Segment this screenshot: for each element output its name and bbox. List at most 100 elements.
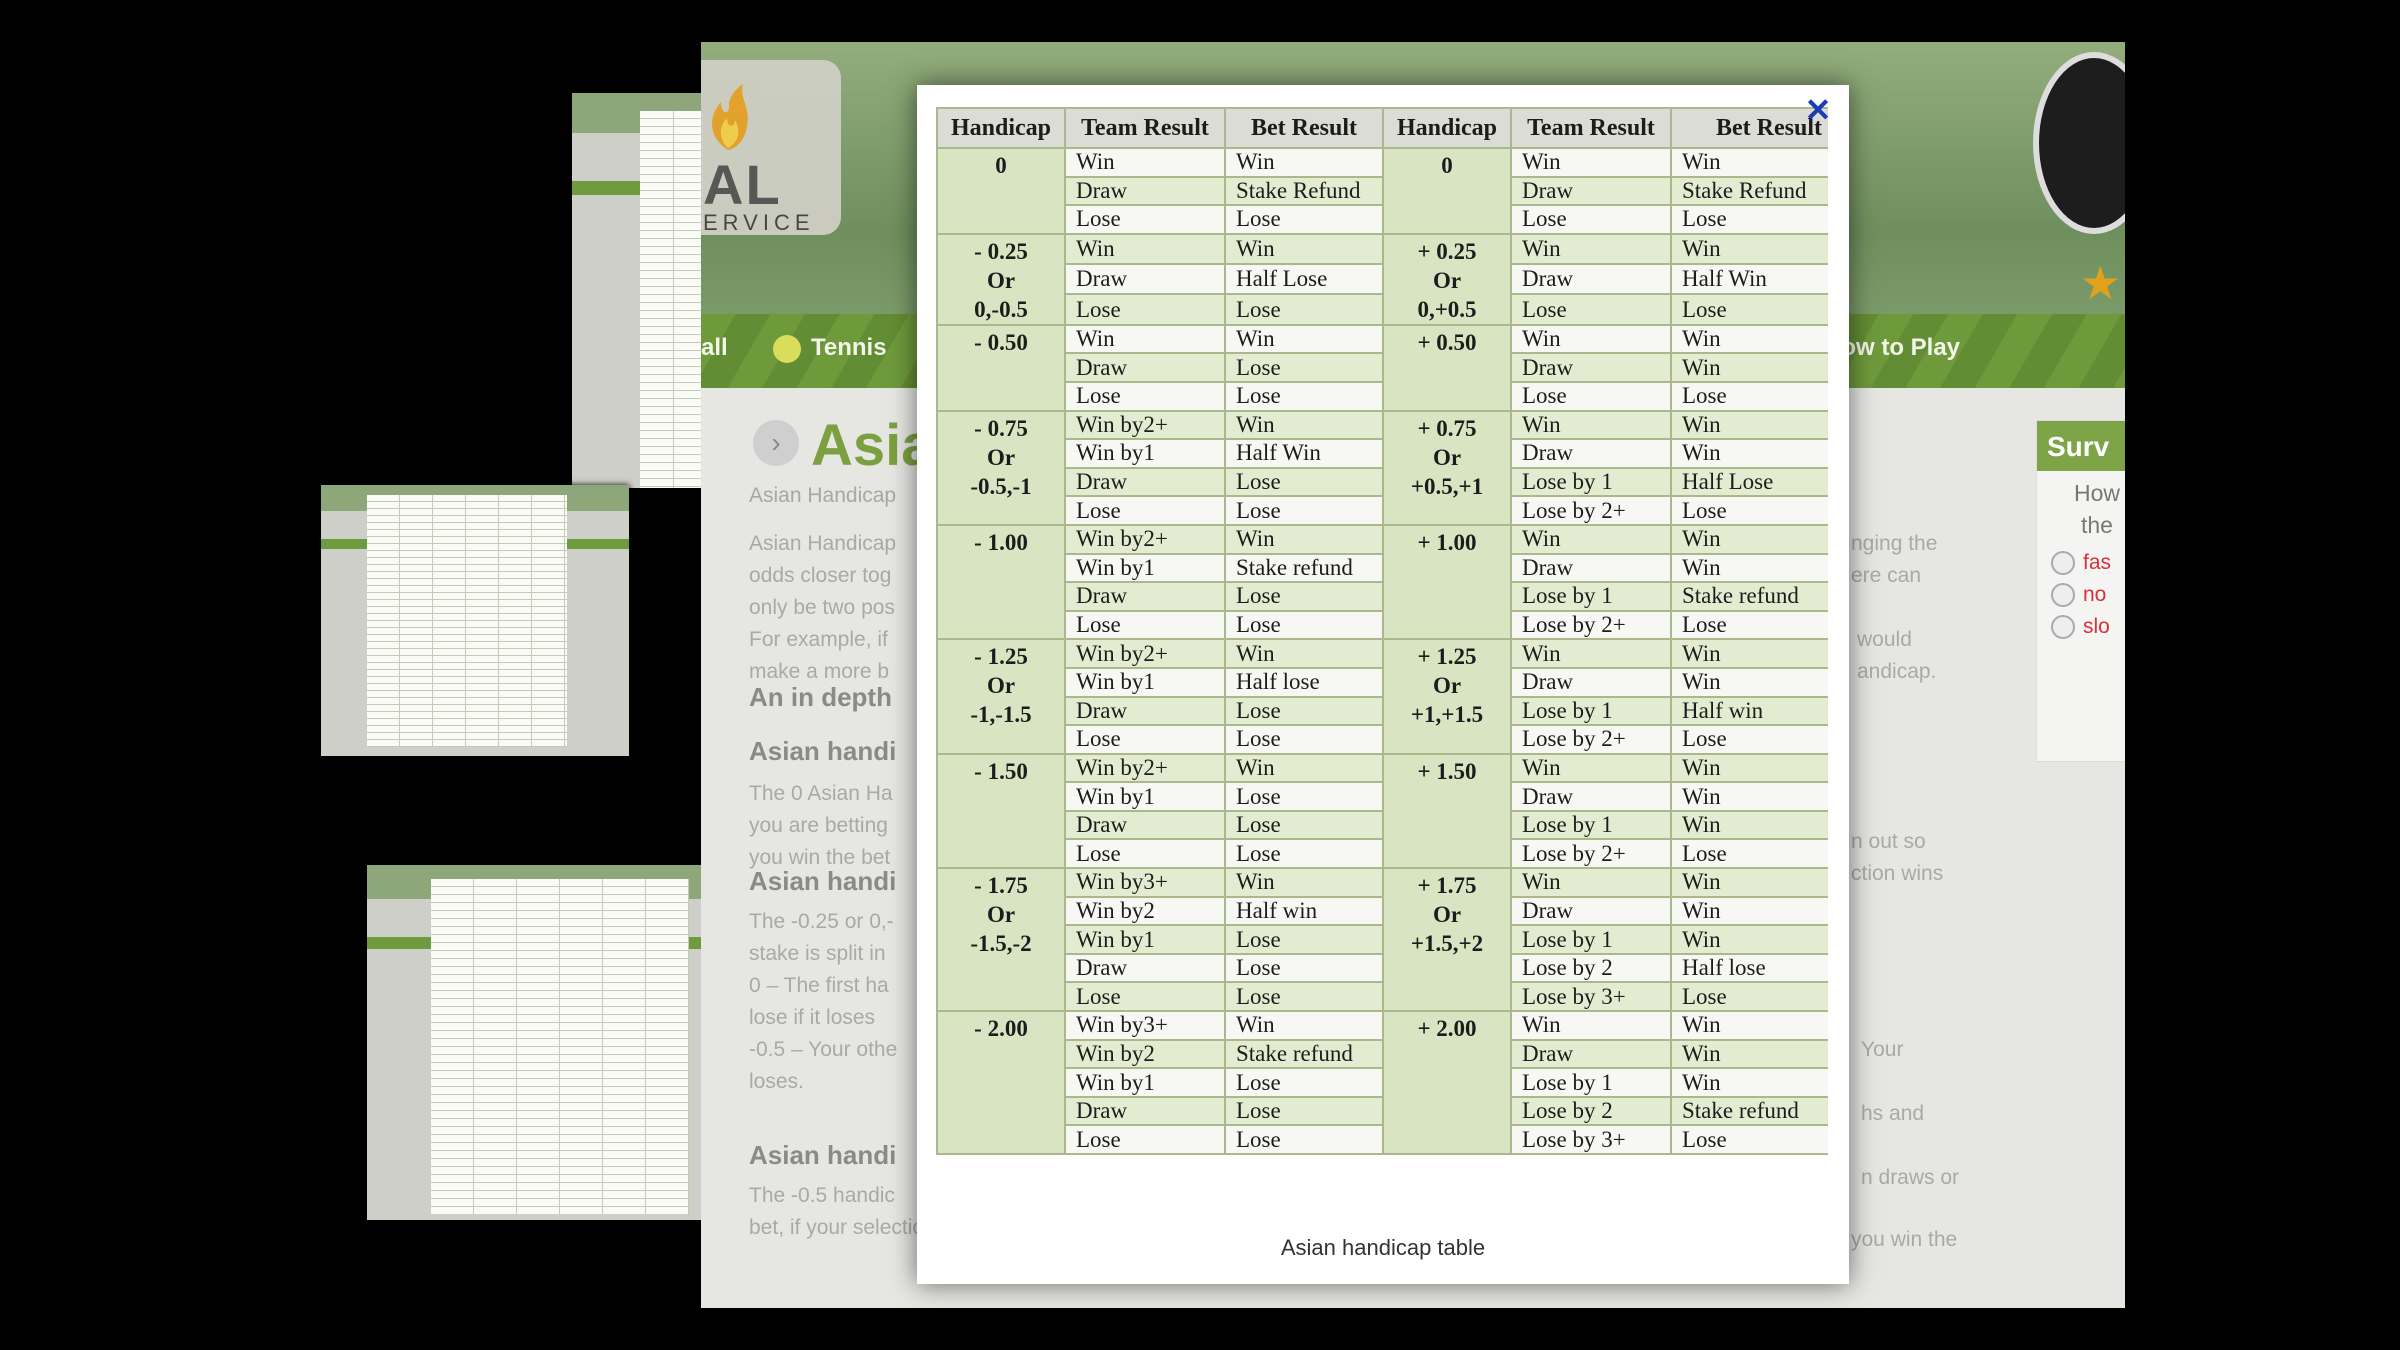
handicap-value: - 0.50 bbox=[974, 329, 1028, 355]
handicap-value: - 0.75 bbox=[974, 415, 1028, 441]
bet-result-cell: Win bbox=[1670, 867, 1828, 898]
team-result-cell: Lose by 1 bbox=[1510, 466, 1672, 498]
gallery-thumbnail-2[interactable] bbox=[321, 485, 629, 756]
bet-result-cell: Win bbox=[1670, 232, 1828, 266]
team-result-cell: Win by2 bbox=[1064, 895, 1226, 927]
team-result-cell: Lose bbox=[1064, 204, 1226, 235]
team-result-cell: Lose by 2 bbox=[1510, 952, 1672, 984]
team-result-cell: Win by1 bbox=[1064, 781, 1226, 812]
left-handicap-cell: - 2.00 bbox=[936, 1010, 1066, 1155]
handicap-value: + 0.75 bbox=[1417, 415, 1477, 441]
left-handicap-cell: - 1.00 bbox=[936, 523, 1066, 641]
handicap-value: 0 bbox=[995, 153, 1007, 178]
survey-option-2[interactable]: no bbox=[2037, 579, 2125, 611]
team-result-cell: Lose bbox=[1510, 380, 1672, 412]
team-result-cell: Lose by 1 bbox=[1510, 1067, 1672, 1098]
star-icon: ★ bbox=[2079, 257, 2121, 309]
team-result-cell: Win by2+ bbox=[1064, 752, 1226, 784]
right-handicap-cell: + 2.00 bbox=[1382, 1010, 1512, 1155]
bet-result-cell: Half Lose bbox=[1224, 263, 1384, 296]
bet-result-cell: Half lose bbox=[1670, 952, 1828, 984]
bet-result-cell: Stake refund bbox=[1224, 552, 1384, 584]
bet-result-cell: Lose bbox=[1670, 609, 1828, 641]
paragraph-4: The -0.25 or 0,- stake is split in 0 – The… bbox=[749, 910, 898, 1093]
bet-result-cell: Lose bbox=[1224, 609, 1384, 641]
team-result-cell: Lose bbox=[1510, 293, 1672, 326]
gallery-thumbnail-1[interactable] bbox=[572, 93, 702, 488]
bet-result-cell: Half lose bbox=[1224, 666, 1384, 698]
bet-result-cell: Win bbox=[1224, 1010, 1384, 1041]
handicap-value: -0.5,-1 bbox=[970, 473, 1032, 499]
bet-result-cell: Win bbox=[1670, 752, 1828, 784]
column-header: Team Result bbox=[1064, 107, 1226, 149]
nav-item-tennis-label: Tennis bbox=[811, 334, 887, 361]
team-result-cell: Lose by 2+ bbox=[1510, 495, 1672, 526]
site-logo[interactable]: AL ERVICE bbox=[701, 60, 841, 235]
table-row: Draw Stake Refund Draw Stake Refund bbox=[937, 175, 1828, 207]
bet-result-cell: Lose bbox=[1670, 838, 1828, 870]
left-handicap-cell: - 1.50 bbox=[936, 752, 1066, 870]
handicap-value: Or bbox=[1432, 444, 1462, 470]
left-handicap-cell: - 0.75 Or -0.5,-1 bbox=[936, 409, 1066, 526]
bet-result-cell: Win bbox=[1224, 867, 1384, 898]
bet-result-cell: Lose bbox=[1670, 1124, 1828, 1155]
survey-option-1[interactable]: fas bbox=[2037, 547, 2125, 579]
right-handicap-cell: 0 bbox=[1382, 147, 1512, 235]
radio-button[interactable] bbox=[2051, 583, 2075, 608]
table-row: Win by1 Half lose Draw Win bbox=[937, 666, 1828, 698]
team-result-cell: Win by2+ bbox=[1064, 409, 1226, 441]
bet-result-cell: Lose bbox=[1670, 981, 1828, 1013]
bet-result-cell: Half win bbox=[1670, 695, 1828, 727]
table-header-row: Handicap Team Result Bet Result Handicap… bbox=[936, 107, 1828, 149]
nav-item-tennis[interactable]: Tennis bbox=[773, 334, 887, 363]
table-row: Win by2 Half win Draw Win bbox=[937, 895, 1828, 927]
bet-result-cell: Lose bbox=[1670, 724, 1828, 755]
table-body: 0 Win Win 0 Win Win Draw Stake Refund Draw Stake … bbox=[936, 147, 1828, 1155]
team-result-cell: Win by1 bbox=[1064, 438, 1226, 469]
radio-button[interactable] bbox=[2051, 615, 2075, 640]
section-heading-3: Asian handi bbox=[749, 866, 897, 896]
table-row: Lose Lose Lose Lose bbox=[937, 380, 1828, 412]
nav-item-football[interactable]: all bbox=[701, 334, 728, 362]
team-result-cell: Lose bbox=[1510, 204, 1672, 235]
left-handicap-cell: - 0.25 Or 0,-0.5 bbox=[936, 232, 1066, 326]
table-row: - 0.75 Or -0.5,-1 Win by2+ Win + 0.75 Or +0.5,+… bbox=[936, 409, 1828, 526]
close-icon[interactable]: ✕ bbox=[1801, 93, 1835, 127]
team-result-cell: Draw bbox=[1510, 438, 1672, 469]
handicap-value: Or bbox=[986, 444, 1016, 470]
bet-result-cell: Win bbox=[1224, 523, 1384, 555]
bet-result-cell: Lose bbox=[1224, 352, 1384, 383]
tennis-ball-icon bbox=[773, 334, 801, 363]
paragraph-2: For example, if make a more b bbox=[749, 628, 890, 683]
team-result-cell: Draw bbox=[1510, 352, 1672, 383]
handicap-value: + 1.25 bbox=[1417, 644, 1477, 670]
left-handicap-cell: 0 bbox=[936, 147, 1066, 235]
gallery-thumbnail-3[interactable] bbox=[367, 865, 702, 1220]
table-row: Win by1 Stake refund Draw Win bbox=[937, 552, 1828, 584]
handicap-value: 0,-0.5 bbox=[974, 296, 1028, 322]
image-lightbox: Handicap Team Result Bet Result Handicap… bbox=[917, 85, 1849, 1284]
paragraph-2-right: would andicap. bbox=[1857, 628, 1937, 683]
right-handicap-cell: + 0.75 Or +0.5,+1 bbox=[1382, 409, 1512, 526]
team-result-cell: Win by1 bbox=[1064, 666, 1226, 698]
survey-more[interactable]: V bbox=[2037, 643, 2125, 687]
radio-button[interactable] bbox=[2051, 551, 2075, 576]
handicap-value: +0.5,+1 bbox=[1410, 473, 1484, 499]
team-result-cell: Win bbox=[1510, 1010, 1672, 1041]
team-result-cell: Draw bbox=[1064, 809, 1226, 841]
survey-option-3[interactable]: slo bbox=[2037, 611, 2125, 643]
right-handicap-cell: + 1.50 bbox=[1382, 752, 1512, 870]
bet-result-cell: Lose bbox=[1224, 724, 1384, 755]
bet-result-cell: Stake refund bbox=[1670, 581, 1828, 612]
bet-result-cell: Win bbox=[1670, 552, 1828, 584]
table-row: Draw Lose Lose by 2 Stake refund bbox=[937, 1095, 1828, 1127]
bet-result-cell: Half Lose bbox=[1670, 466, 1828, 498]
bet-result-cell: Lose bbox=[1670, 380, 1828, 412]
team-result-cell: Draw bbox=[1064, 1095, 1226, 1127]
table-row: Draw Lose Draw Win bbox=[937, 352, 1828, 383]
team-result-cell: Win bbox=[1510, 752, 1672, 784]
team-result-cell: Lose by 2+ bbox=[1510, 838, 1672, 870]
table-row: Draw Lose Lose by 1 Half win bbox=[937, 695, 1828, 727]
handicap-value: Or bbox=[1432, 267, 1462, 293]
survey-title: Surv bbox=[2037, 421, 2125, 471]
